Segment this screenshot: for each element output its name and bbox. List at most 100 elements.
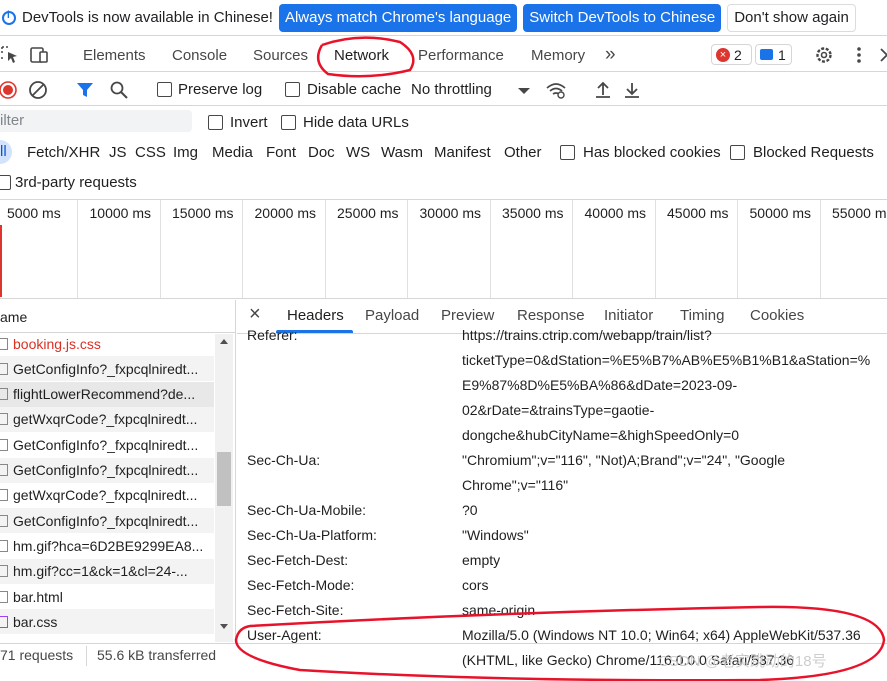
kebab-menu-icon[interactable] (848, 44, 870, 66)
type-filter-ws[interactable]: WS (346, 144, 370, 161)
request-row[interactable]: flightLowerRecommend?de... (0, 381, 214, 407)
more-tabs-icon[interactable]: » (605, 44, 616, 66)
timeline-tick: 55000 m (832, 205, 887, 221)
third-party-checkbox[interactable] (0, 175, 11, 190)
type-filter-other[interactable]: Other (504, 144, 542, 161)
dont-show-again-button[interactable]: Don't show again (727, 3, 856, 32)
blocked-cookies-checkbox[interactable] (560, 145, 575, 160)
tab-memory[interactable]: Memory (531, 47, 585, 64)
timeline-gridline (159, 200, 161, 298)
timeline-tick: 10000 ms (89, 205, 151, 221)
header-name: Sec-Ch-Ua: (247, 452, 321, 468)
tab-performance[interactable]: Performance (418, 47, 504, 64)
network-conditions-icon[interactable] (545, 79, 567, 101)
details-tab-headers[interactable]: Headers (287, 307, 344, 324)
request-row[interactable]: GetConfigInfo?_fxpcqlniredt... (0, 432, 214, 457)
inspect-element-icon[interactable] (0, 44, 22, 66)
request-row[interactable]: getWxqrCode?_fxpcqlniredt... (0, 483, 214, 508)
disable-cache-checkbox[interactable] (285, 82, 300, 97)
header-value: same-origin (462, 602, 536, 618)
record-icon[interactable] (0, 79, 19, 101)
header-name: Referer: (247, 327, 298, 343)
scrollbar-thumb[interactable] (217, 452, 231, 506)
tab-elements[interactable]: Elements (83, 47, 146, 64)
details-tab-response[interactable]: Response (517, 307, 585, 324)
chevron-down-icon[interactable] (513, 80, 535, 102)
details-tab-preview[interactable]: Preview (441, 307, 494, 324)
file-icon (0, 388, 8, 401)
type-filter-js[interactable]: JS (109, 144, 127, 161)
always-match-language-button[interactable]: Always match Chrome's language (278, 3, 518, 32)
download-icon[interactable] (621, 79, 643, 101)
request-name: bar.css (13, 613, 58, 630)
request-row[interactable]: bar.css (0, 609, 214, 635)
timeline-tick: 35000 ms (502, 205, 564, 221)
close-details-icon[interactable]: × (249, 303, 261, 326)
details-tab-payload[interactable]: Payload (365, 307, 419, 324)
request-row[interactable]: GetConfigInfo?_fxpcqlniredt... (0, 508, 214, 534)
file-icon (0, 362, 8, 375)
timeline-gridline (242, 200, 243, 298)
timeline-gridline (572, 200, 573, 298)
timeline-gridline (489, 200, 491, 298)
timeline-tick: 25000 ms (337, 205, 399, 221)
messages-badge[interactable]: 1 (755, 44, 792, 65)
errors-badge[interactable]: × 2 (711, 44, 752, 65)
filter-icon[interactable] (74, 79, 96, 101)
request-row[interactable]: hm.gif?hca=6D2BE9299EA8... (0, 533, 214, 558)
search-icon[interactable] (108, 79, 130, 101)
tab-sources[interactable]: Sources (253, 47, 308, 64)
request-row[interactable]: bar.html (0, 584, 214, 609)
device-toolbar-icon[interactable] (28, 44, 50, 66)
scroll-up-icon[interactable] (218, 336, 230, 346)
header-value: E9%87%8D%E5%BA%86&dDate=2023-09- (462, 377, 738, 393)
details-tab-timing[interactable]: Timing (680, 307, 724, 324)
scroll-down-icon[interactable] (218, 622, 230, 632)
details-tab-initiator[interactable]: Initiator (604, 307, 653, 324)
name-column-header[interactable]: ame (0, 300, 236, 333)
info-icon (2, 10, 16, 25)
banner-message: DevTools is now available in Chinese! (22, 9, 273, 26)
gear-icon[interactable] (813, 44, 835, 66)
preserve-log-checkbox[interactable] (157, 82, 172, 97)
tab-network[interactable]: Network (334, 47, 389, 64)
type-filter-fetch[interactable]: Fetch/XHR (27, 144, 100, 161)
invert-checkbox[interactable] (208, 115, 223, 130)
request-name: flightLowerRecommend?de... (13, 386, 196, 403)
header-value: Chrome";v="116" (462, 477, 569, 493)
request-row[interactable]: booking.js.css (0, 331, 214, 356)
header-name: Sec-Fetch-Site: (247, 602, 344, 618)
timeline-tick: 40000 ms (584, 205, 646, 221)
request-name: booking.js.css (13, 335, 101, 352)
messages-count: 1 (778, 46, 786, 63)
request-row[interactable]: hm.gif?cc=1&ck=1&cl=24-... (0, 558, 214, 584)
invert-label: Invert (230, 114, 268, 131)
details-tab-cookies[interactable]: Cookies (750, 307, 804, 324)
type-filter-wasm[interactable]: Wasm (381, 144, 423, 161)
header-name: Sec-Fetch-Mode: (247, 577, 355, 593)
switch-to-chinese-button[interactable]: Switch DevTools to Chinese (523, 3, 722, 32)
throttling-select[interactable]: No throttling (411, 81, 492, 98)
type-filter-img[interactable]: Img (173, 144, 198, 161)
clear-icon[interactable] (27, 79, 49, 101)
type-filter-css[interactable]: CSS (135, 144, 166, 161)
type-filter-font[interactable]: Font (266, 144, 296, 161)
request-name: bar.html (13, 588, 63, 605)
filter-input[interactable]: ilter (0, 110, 192, 132)
file-icon (0, 489, 8, 502)
type-filter-manifest[interactable]: Manifest (434, 144, 491, 161)
header-name: User-Agent: (247, 627, 322, 643)
file-icon (0, 565, 8, 578)
close-icon[interactable] (876, 44, 887, 66)
tab-console[interactable]: Console (172, 47, 227, 64)
type-filter-media[interactable]: Media (212, 144, 253, 161)
type-filter-doc[interactable]: Doc (308, 144, 335, 161)
hide-data-urls-checkbox[interactable] (281, 115, 296, 130)
header-value: ticketType=0&dStation=%E5%B7%AB%E5%B1%B1… (462, 352, 871, 368)
request-row[interactable]: GetConfigInfo?_fxpcqlniredt... (0, 457, 214, 483)
timeline-gridline (654, 200, 656, 298)
upload-icon[interactable] (592, 79, 614, 101)
request-row[interactable]: getWxqrCode?_fxpcqlniredt... (0, 406, 214, 432)
blocked-requests-checkbox[interactable] (730, 145, 745, 160)
request-row[interactable]: GetConfigInfo?_fxpcqlniredt... (0, 356, 214, 382)
